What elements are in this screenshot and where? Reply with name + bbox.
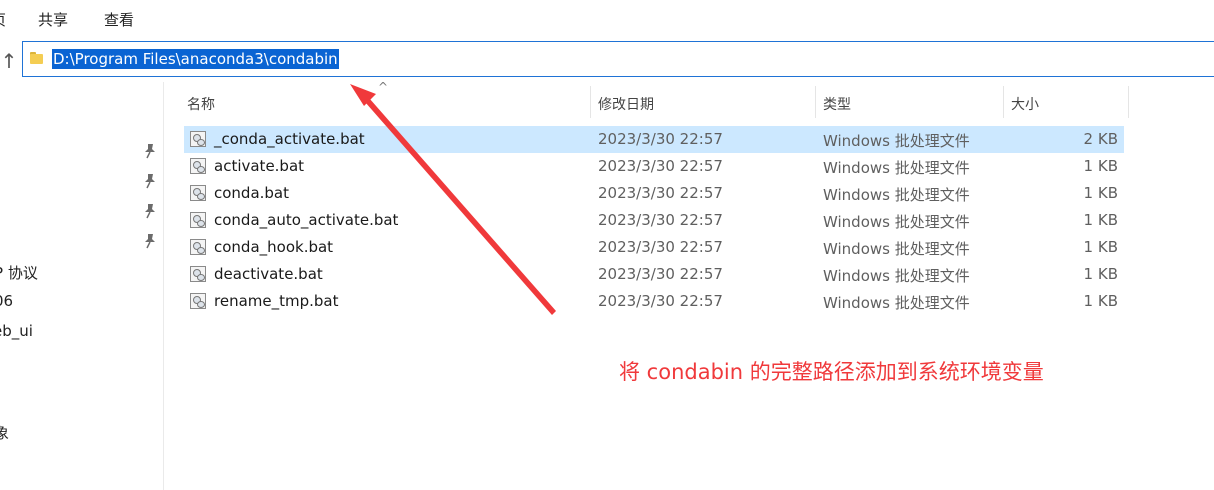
batch-file-icon bbox=[190, 266, 206, 282]
file-size: 2 KB bbox=[1083, 130, 1118, 148]
column-header-name[interactable]: 名称 bbox=[187, 94, 215, 114]
pin-icon[interactable] bbox=[143, 173, 157, 189]
folder-icon bbox=[30, 52, 43, 64]
file-row[interactable]: _conda_activate.bat 2023/3/30 22:57 Wind… bbox=[184, 126, 1124, 153]
batch-file-icon bbox=[190, 212, 206, 228]
pin-icon[interactable] bbox=[143, 143, 157, 159]
nav-item[interactable]: 象 bbox=[0, 422, 9, 443]
file-row[interactable]: conda.bat 2023/3/30 22:57 Windows 批处理文件 … bbox=[184, 180, 1124, 207]
column-divider[interactable] bbox=[1003, 86, 1004, 118]
nav-item[interactable]: P 协议 bbox=[0, 262, 38, 283]
file-size: 1 KB bbox=[1083, 265, 1118, 283]
file-date: 2023/3/30 22:57 bbox=[598, 211, 723, 229]
file-type: Windows 批处理文件 bbox=[823, 159, 970, 177]
file-type: Windows 批处理文件 bbox=[823, 267, 970, 285]
column-divider[interactable] bbox=[1128, 86, 1129, 118]
address-path[interactable]: D:\Program Files\anaconda3\condabin bbox=[52, 49, 339, 69]
file-row[interactable]: conda_auto_activate.bat 2023/3/30 22:57 … bbox=[184, 207, 1124, 234]
up-arrow-icon[interactable]: ↑ bbox=[0, 48, 20, 74]
batch-file-icon bbox=[190, 131, 206, 147]
file-name: deactivate.bat bbox=[214, 265, 323, 283]
file-size: 1 KB bbox=[1083, 292, 1118, 310]
ribbon-tab-view[interactable]: 查看 bbox=[104, 9, 134, 30]
column-divider[interactable] bbox=[815, 86, 816, 118]
column-divider[interactable] bbox=[590, 86, 591, 118]
file-size: 1 KB bbox=[1083, 238, 1118, 256]
file-row[interactable]: conda_hook.bat 2023/3/30 22:57 Windows 批… bbox=[184, 234, 1124, 261]
file-size: 1 KB bbox=[1083, 211, 1118, 229]
pin-icon[interactable] bbox=[143, 203, 157, 219]
file-type: Windows 批处理文件 bbox=[823, 213, 970, 231]
ribbon-tab-home[interactable]: 页 bbox=[0, 9, 6, 30]
column-header-size[interactable]: 大小 bbox=[1011, 94, 1039, 114]
file-name: conda_auto_activate.bat bbox=[214, 211, 399, 229]
file-date: 2023/3/30 22:57 bbox=[598, 130, 723, 148]
file-row[interactable]: rename_tmp.bat 2023/3/30 22:57 Windows 批… bbox=[184, 288, 1124, 315]
file-date: 2023/3/30 22:57 bbox=[598, 292, 723, 310]
ribbon-tab-share[interactable]: 共享 bbox=[38, 9, 68, 30]
file-name: activate.bat bbox=[214, 157, 305, 175]
file-name: conda.bat bbox=[214, 184, 290, 202]
file-type: Windows 批处理文件 bbox=[823, 240, 970, 258]
file-type: Windows 批处理文件 bbox=[823, 294, 970, 312]
sort-ascending-icon: ^ bbox=[378, 80, 389, 94]
batch-file-icon bbox=[190, 158, 206, 174]
file-size: 1 KB bbox=[1083, 157, 1118, 175]
file-size: 1 KB bbox=[1083, 184, 1118, 202]
column-header-date[interactable]: 修改日期 bbox=[598, 94, 654, 114]
batch-file-icon bbox=[190, 185, 206, 201]
column-header-type[interactable]: 类型 bbox=[823, 94, 851, 114]
batch-file-icon bbox=[190, 293, 206, 309]
batch-file-icon bbox=[190, 239, 206, 255]
file-date: 2023/3/30 22:57 bbox=[598, 238, 723, 256]
file-row[interactable]: deactivate.bat 2023/3/30 22:57 Windows 批… bbox=[184, 261, 1124, 288]
file-date: 2023/3/30 22:57 bbox=[598, 184, 723, 202]
annotation-text: 将 condabin 的完整路径添加到系统环境变量 bbox=[619, 360, 1044, 384]
nav-item[interactable]: 06 bbox=[0, 292, 13, 310]
file-type: Windows 批处理文件 bbox=[823, 186, 970, 204]
file-date: 2023/3/30 22:57 bbox=[598, 157, 723, 175]
file-date: 2023/3/30 22:57 bbox=[598, 265, 723, 283]
nav-item[interactable]: eb_ui bbox=[0, 322, 33, 340]
file-name: rename_tmp.bat bbox=[214, 292, 339, 310]
pin-icon[interactable] bbox=[143, 233, 157, 249]
address-bar[interactable]: D:\Program Files\anaconda3\condabin bbox=[22, 41, 1214, 77]
file-type: Windows 批处理文件 bbox=[823, 132, 970, 150]
file-row[interactable]: activate.bat 2023/3/30 22:57 Windows 批处理… bbox=[184, 153, 1124, 180]
file-name: conda_hook.bat bbox=[214, 238, 334, 256]
file-name: _conda_activate.bat bbox=[214, 130, 365, 148]
nav-pane-divider[interactable] bbox=[163, 82, 164, 490]
